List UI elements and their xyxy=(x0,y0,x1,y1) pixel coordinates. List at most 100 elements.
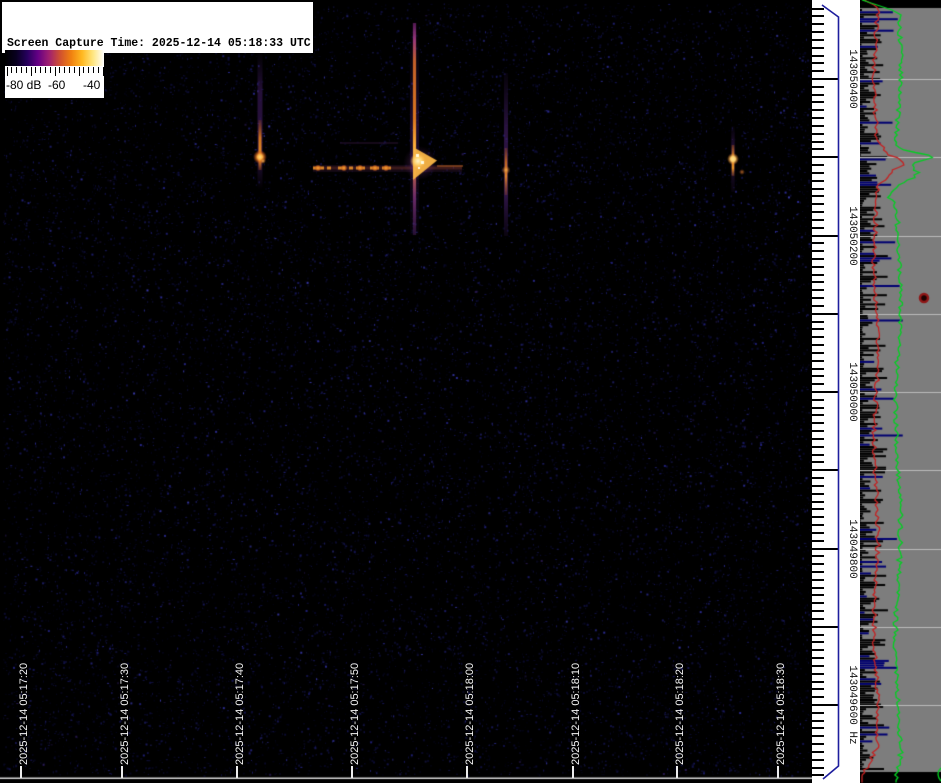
frequency-minor-tick xyxy=(812,758,824,761)
frequency-minor-tick xyxy=(812,54,824,57)
frequency-minor-tick xyxy=(812,406,824,409)
time-axis-label: 2025-12-14 05:18:10 xyxy=(570,662,582,765)
frequency-minor-tick xyxy=(812,492,824,495)
colorbar-tick xyxy=(83,67,85,73)
frequency-minor-tick xyxy=(812,211,824,214)
frequency-major-tick xyxy=(812,234,839,237)
frequency-major-tick xyxy=(812,625,839,628)
frequency-minor-tick xyxy=(812,351,824,354)
time-axis-label: 2025-12-14 05:17:40 xyxy=(234,662,246,765)
frequency-minor-tick xyxy=(812,164,824,167)
colorbar-tick xyxy=(40,67,42,73)
colorbar-tick xyxy=(64,67,66,73)
frequency-minor-tick xyxy=(812,101,824,104)
frequency-minor-tick xyxy=(812,445,824,448)
colorbar-tick xyxy=(25,67,27,73)
time-axis-tick xyxy=(466,766,468,778)
colorbar-tick xyxy=(35,67,37,73)
frequency-minor-tick xyxy=(812,696,824,699)
frequency-minor-tick xyxy=(812,594,824,597)
frequency-minor-tick xyxy=(812,375,824,378)
frequency-minor-tick xyxy=(812,257,824,260)
frequency-minor-tick xyxy=(812,46,824,49)
frequency-minor-tick xyxy=(812,563,824,566)
frequency-minor-tick xyxy=(812,711,824,714)
frequency-minor-tick xyxy=(812,250,824,253)
frequency-minor-tick xyxy=(812,218,824,221)
frequency-minor-tick xyxy=(812,7,824,10)
frequency-minor-tick xyxy=(812,328,824,331)
frequency-minor-tick xyxy=(812,453,824,456)
frequency-major-tick xyxy=(812,156,839,159)
frequency-minor-tick xyxy=(812,633,824,636)
colorbar-tick xyxy=(11,67,13,73)
colorbar-tick xyxy=(44,67,46,73)
frequency-minor-tick xyxy=(812,109,824,112)
intensity-colorbar: -80 dB -60 -40 xyxy=(5,50,104,98)
colorbar-tick xyxy=(88,67,90,73)
config-line: Config = V8 xyxy=(7,130,83,143)
time-axis-label: 2025-12-14 05:18:00 xyxy=(464,662,476,765)
time-axis-tick xyxy=(121,766,123,778)
frequency-major-tick xyxy=(812,312,839,315)
colorbar-tick xyxy=(68,67,70,73)
frequency-major-tick xyxy=(812,78,839,80)
frequency-minor-tick xyxy=(812,735,824,738)
frequency-minor-tick xyxy=(812,38,824,41)
frequency-minor-tick xyxy=(812,610,824,613)
frequency-major-tick xyxy=(812,547,839,550)
frequency-minor-tick xyxy=(812,719,824,722)
colorbar-tick xyxy=(20,67,22,73)
time-axis-label: 2025-12-14 05:18:30 xyxy=(775,662,787,765)
frequency-minor-tick xyxy=(812,524,824,527)
frequency-minor-tick xyxy=(812,414,824,417)
colorbar-tick xyxy=(16,67,18,73)
colorbar-label-max: -40 xyxy=(83,78,101,92)
frequency-minor-tick xyxy=(812,226,824,229)
frequency-minor-tick xyxy=(812,477,824,480)
frequency-minor-tick xyxy=(812,672,824,675)
frequency-minor-tick xyxy=(812,304,824,307)
frequency-minor-tick xyxy=(812,500,824,503)
colorbar-tick xyxy=(73,67,75,73)
frequency-minor-tick xyxy=(812,179,824,182)
time-axis-tick xyxy=(20,766,22,778)
frequency-minor-tick xyxy=(812,680,824,683)
colorbar-tick xyxy=(49,67,51,73)
frequency-minor-tick xyxy=(812,297,824,300)
frequency-minor-tick xyxy=(812,62,824,65)
frequency-minor-tick xyxy=(812,31,824,34)
time-axis-tick xyxy=(676,766,678,778)
time-axis-label: 2025-12-14 05:17:30 xyxy=(119,662,131,765)
colorbar-tick xyxy=(6,67,8,76)
colorbar-tick xyxy=(92,67,94,73)
frequency-minor-tick xyxy=(812,70,824,73)
frequency-minor-tick xyxy=(812,531,824,534)
frequency-minor-tick xyxy=(812,570,824,573)
frequency-minor-tick xyxy=(812,398,824,401)
frequency-minor-tick xyxy=(812,265,824,268)
frequency-minor-tick xyxy=(812,727,824,730)
frequency-minor-tick xyxy=(812,437,824,440)
frequency-minor-tick xyxy=(812,23,824,26)
frequency-minor-tick xyxy=(812,140,824,143)
frequency-minor-tick xyxy=(812,422,824,425)
frequency-minor-tick xyxy=(812,586,824,589)
frequency-minor-tick xyxy=(812,664,824,667)
frequency-minor-tick xyxy=(812,187,824,190)
colorbar-tick xyxy=(30,67,32,76)
spectrum-side-panel-canvas xyxy=(860,0,941,783)
frequency-minor-tick xyxy=(812,688,824,691)
frequency-minor-tick xyxy=(812,774,824,777)
frequency-minor-tick xyxy=(812,539,824,542)
frequency-major-tick xyxy=(812,391,839,393)
frequency-minor-tick xyxy=(812,602,824,605)
frequency-minor-tick xyxy=(812,273,824,276)
frequency-minor-tick xyxy=(812,359,824,362)
frequency-minor-tick xyxy=(812,117,824,120)
colorbar-tick xyxy=(78,67,80,76)
colorbar-tick xyxy=(97,67,99,73)
colorbar-tick xyxy=(59,67,61,73)
frequency-minor-tick xyxy=(812,508,824,511)
frequency-axis-label: 143050000 xyxy=(846,362,858,422)
